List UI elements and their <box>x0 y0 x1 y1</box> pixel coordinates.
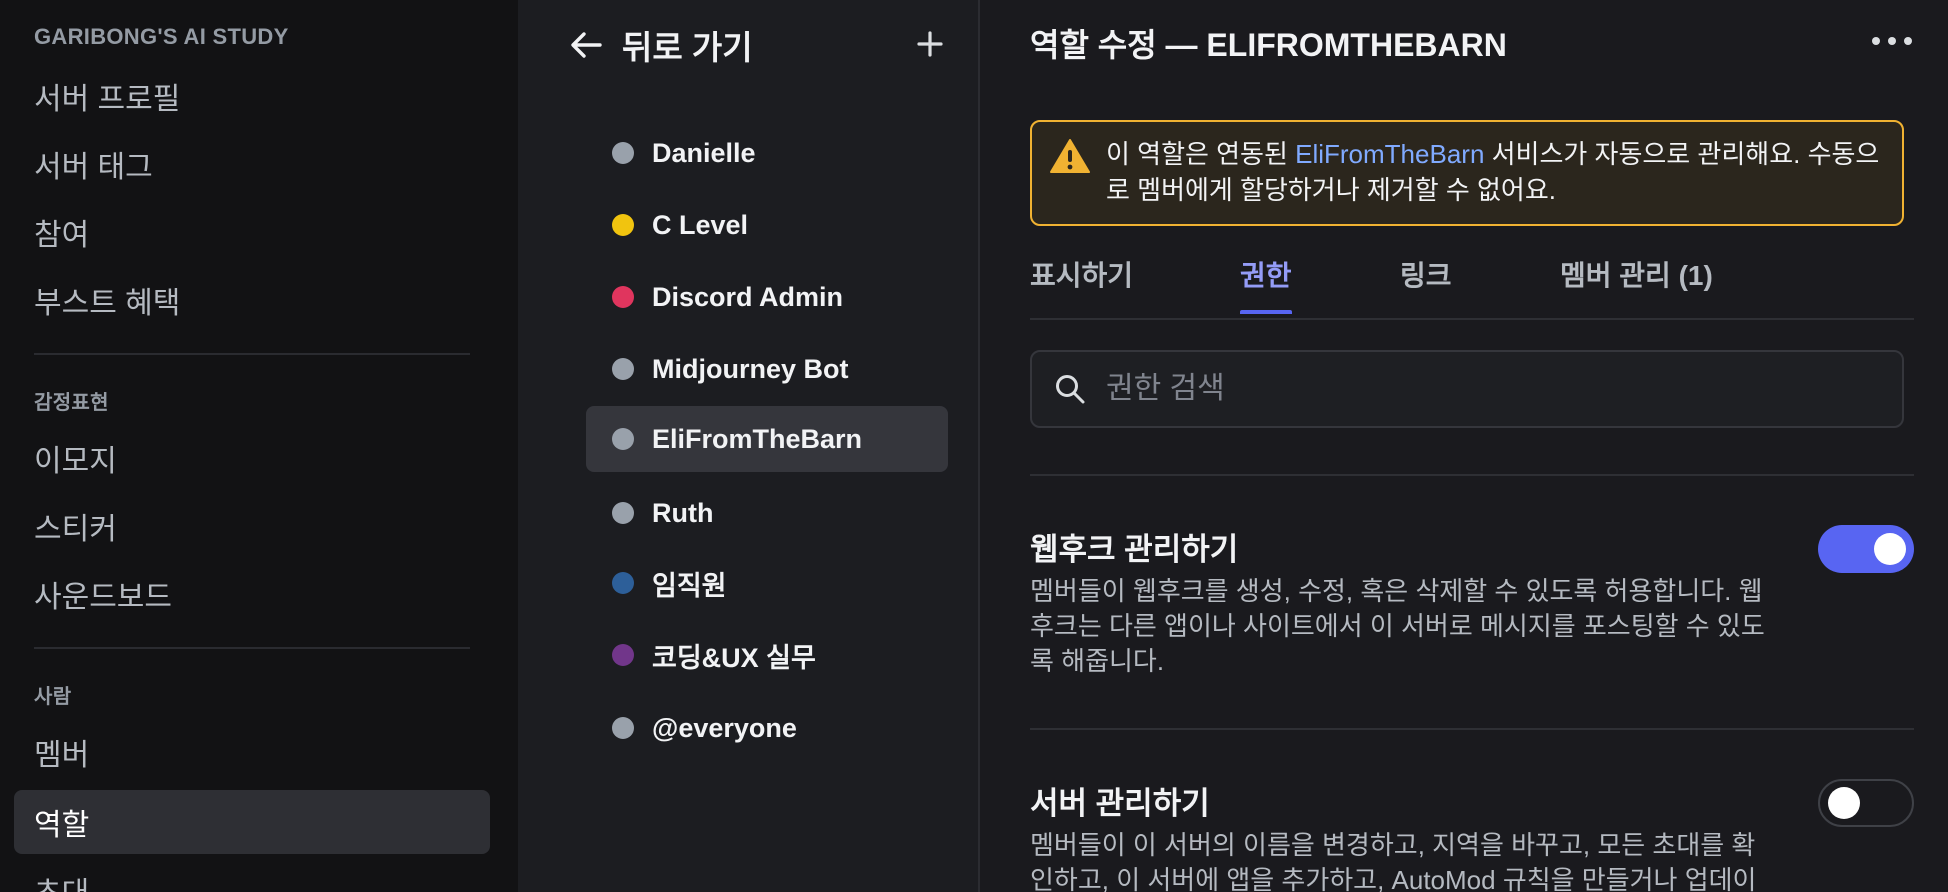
permission-description-manage-server: 멤버들이 이 서버의 이름을 변경하고, 지역을 바꾸고, 모든 초대를 확인하… <box>1030 830 1757 892</box>
tab-permissions[interactable]: 권한 <box>1240 254 1292 314</box>
section-divider <box>1030 474 1914 476</box>
role-item-coding-ux[interactable]: 코딩&UX 실무 <box>586 622 948 688</box>
role-color-dot <box>612 428 634 450</box>
role-color-dot <box>612 358 634 380</box>
more-options-icon[interactable] <box>1870 30 1914 52</box>
sidebar-item-boost-perks[interactable]: 부스트 혜택 <box>14 268 490 332</box>
role-item-everyone[interactable]: @everyone <box>586 695 948 761</box>
sidebar-item-stickers[interactable]: 스티커 <box>14 494 490 558</box>
notice-integration-link[interactable]: EliFromTheBarn <box>1295 139 1484 169</box>
role-name: Midjourney Bot <box>652 353 849 384</box>
role-color-dot <box>612 286 634 308</box>
role-name: Danielle <box>652 137 756 168</box>
sidebar-item-server-profile[interactable]: 서버 프로필 <box>14 64 490 128</box>
sidebar-divider <box>34 353 470 355</box>
sidebar-item-invites[interactable]: 초대 <box>14 858 490 892</box>
section-divider <box>1030 728 1914 730</box>
toggle-manage-webhooks[interactable] <box>1818 525 1914 573</box>
role-name: 임직원 <box>652 570 727 601</box>
role-list-panel: 뒤로 가기 Danielle C Level Discord Admin Mid… <box>518 0 980 892</box>
permission-description-manage-webhooks: 멤버들이 웹후크를 생성, 수정, 혹은 삭제할 수 있도록 허용합니다. 웹후… <box>1030 576 1765 676</box>
page-title: 역할 수정 — ELIFROMTHEBARN <box>1030 27 1507 63</box>
back-button[interactable]: 뒤로 가기 <box>568 20 753 70</box>
role-color-dot <box>612 142 634 164</box>
permission-search-input[interactable] <box>1106 372 1866 406</box>
sidebar-item-soundboard[interactable]: 사운드보드 <box>14 562 490 626</box>
tab-links[interactable]: 링크 <box>1400 254 1452 314</box>
role-item-danielle[interactable]: Danielle <box>586 120 948 186</box>
role-tabs: 표시하기 권한 링크 멤버 관리 (1) <box>1030 250 1914 320</box>
tab-manage-members[interactable]: 멤버 관리 (1) <box>1560 254 1713 314</box>
sidebar-divider <box>34 647 470 649</box>
toggle-knob <box>1874 533 1906 565</box>
role-edit-panel: 역할 수정 — ELIFROMTHEBARN 이 역할은 연동된 EliFrom… <box>982 0 1948 892</box>
role-name: 코딩&UX 실무 <box>652 642 816 673</box>
role-color-dot <box>612 502 634 524</box>
sidebar-item-roles[interactable]: 역할 <box>14 790 490 854</box>
managed-role-notice: 이 역할은 연동된 EliFromTheBarn 서비스가 자동으로 관리해요.… <box>1030 120 1904 226</box>
sidebar-item-emoji[interactable]: 이모지 <box>14 426 490 490</box>
arrow-left-icon <box>571 32 602 58</box>
server-name-header: GARIBONG'S AI STUDY <box>34 24 289 49</box>
permission-title-manage-server: 서버 관리하기 <box>1030 786 1210 821</box>
toggle-manage-server[interactable] <box>1818 779 1914 827</box>
back-button-label: 뒤로 가기 <box>622 29 753 66</box>
role-item-c-level[interactable]: C Level <box>586 192 948 258</box>
sidebar-item-server-tag[interactable]: 서버 태그 <box>14 132 490 196</box>
role-item-discord-admin[interactable]: Discord Admin <box>586 264 948 330</box>
role-name: EliFromTheBarn <box>652 423 863 454</box>
section-header-expression: 감정표현 <box>34 392 109 414</box>
add-role-icon[interactable] <box>910 24 950 64</box>
tab-display[interactable]: 표시하기 <box>1030 254 1133 314</box>
role-item-ruth[interactable]: Ruth <box>586 480 948 546</box>
sidebar-item-members[interactable]: 멤버 <box>14 720 490 784</box>
role-color-dot <box>612 214 634 236</box>
role-item-employees[interactable]: 임직원 <box>586 550 948 616</box>
toggle-knob <box>1828 787 1860 819</box>
role-name: Ruth <box>652 497 714 528</box>
sidebar-item-engagement[interactable]: 참여 <box>14 200 490 264</box>
permission-title-manage-webhooks: 웹후크 관리하기 <box>1030 532 1239 567</box>
permission-search[interactable] <box>1030 350 1904 428</box>
settings-sidebar: GARIBONG'S AI STUDY 서버 프로필 서버 태그 참여 부스트 … <box>0 0 518 892</box>
role-item-midjourney-bot[interactable]: Midjourney Bot <box>586 336 948 402</box>
notice-text-before: 이 역할은 연동된 <box>1106 139 1296 169</box>
role-name: C Level <box>652 209 749 240</box>
role-name: Discord Admin <box>652 281 844 312</box>
section-header-people: 사람 <box>34 686 72 708</box>
role-color-dot <box>612 572 634 594</box>
role-color-dot <box>612 644 634 666</box>
search-icon <box>1056 375 1085 404</box>
role-name: @everyone <box>652 712 797 743</box>
role-item-elifromthebarn[interactable]: EliFromTheBarn <box>586 406 948 472</box>
role-color-dot <box>612 717 634 739</box>
warning-icon <box>1050 139 1090 173</box>
